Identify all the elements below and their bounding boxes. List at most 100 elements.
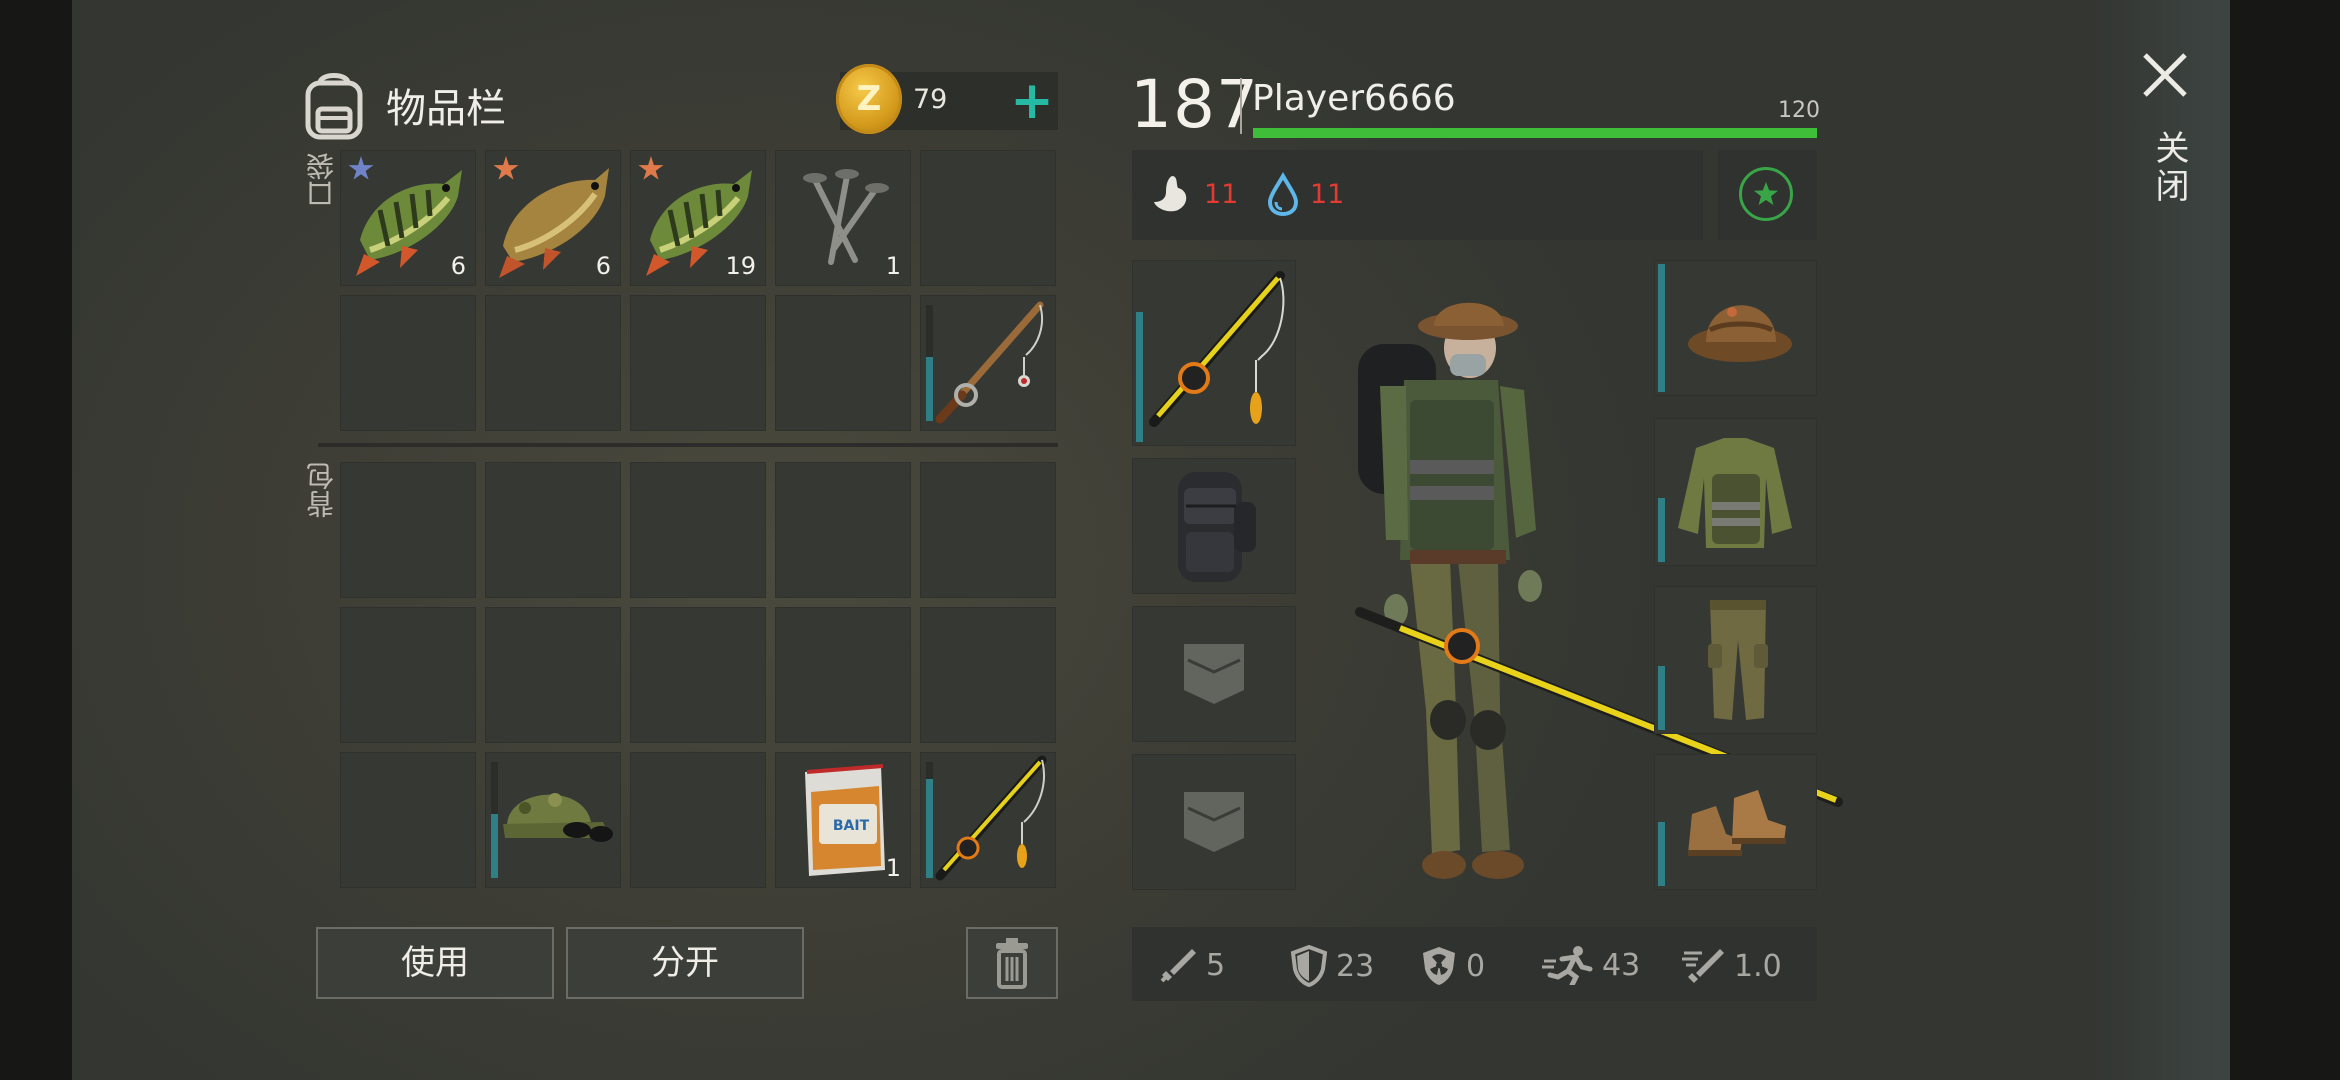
radiation-value: 0	[1466, 948, 1486, 984]
pocket-slot-2[interactable]	[1132, 754, 1296, 890]
thirst-status: 11	[1268, 172, 1344, 216]
item-quantity: 6	[595, 252, 611, 280]
backpack-slot[interactable]	[630, 462, 766, 598]
head-slot[interactable]	[1654, 260, 1817, 396]
backpack-slot[interactable]	[340, 752, 476, 888]
hunger-value: 11	[1204, 178, 1239, 210]
body-slot[interactable]	[1654, 418, 1817, 566]
pocket-slot[interactable]	[920, 150, 1056, 286]
backpack-slot[interactable]	[485, 462, 621, 598]
use-button[interactable]: 使用	[316, 927, 554, 999]
player-name: Player6666	[1252, 78, 1456, 119]
feet-durability	[1658, 822, 1665, 886]
xp-bar-fill	[1253, 128, 1817, 138]
star-badge-icon	[1739, 167, 1793, 221]
backpack-slot[interactable]	[775, 607, 911, 743]
close-label[interactable]: 关闭	[2145, 130, 2194, 206]
pocket-slot[interactable]: 19	[630, 150, 766, 286]
pocket-slot[interactable]: 6	[485, 150, 621, 286]
speed-stat: 43	[1542, 945, 1640, 985]
pocket-slot-1[interactable]	[1132, 606, 1296, 742]
level-separator	[1240, 78, 1242, 134]
backpack-slot[interactable]	[485, 752, 621, 888]
achievement-box[interactable]	[1718, 150, 1817, 240]
pockets-label: 口袋	[305, 152, 338, 208]
armor-value: 23	[1336, 948, 1375, 984]
pocket-slot[interactable]: 6	[340, 150, 476, 286]
inventory-header: 物品栏	[300, 60, 506, 150]
left-screen-edge	[0, 0, 72, 1080]
trash-icon	[996, 938, 1028, 989]
pocket-slot[interactable]: 1	[775, 150, 911, 286]
pocket-slot[interactable]	[340, 295, 476, 431]
backpack-slot[interactable]	[920, 607, 1056, 743]
fishing-rod-yellow-icon	[935, 755, 1047, 881]
head-durability	[1658, 264, 1665, 392]
swift-sword-icon	[1682, 949, 1724, 983]
inventory-title: 物品栏	[386, 86, 506, 132]
close-icon	[2143, 53, 2187, 97]
backpack-slot[interactable]	[340, 462, 476, 598]
trash-button[interactable]	[966, 927, 1058, 999]
backpack-grid: BAIT 1	[340, 462, 1056, 888]
backpack-slot[interactable]	[485, 607, 621, 743]
durability-bar	[491, 814, 498, 878]
coin-counter: Z 79 +	[836, 64, 1058, 134]
body-durability	[1658, 498, 1665, 562]
stats-bar: 5 23 0 43 1.0	[1132, 927, 1817, 1001]
pocket-slot[interactable]	[485, 295, 621, 431]
radiation-shield-icon	[1423, 947, 1455, 985]
pockets-grid: 6 6 19 1	[340, 150, 1056, 431]
xp-bar	[1253, 128, 1817, 138]
fishing-rod-simple-icon	[935, 301, 1044, 424]
durability-bar	[926, 357, 933, 421]
backpack-slot[interactable]: BAIT 1	[775, 752, 911, 888]
durability-bar	[926, 779, 933, 878]
camo-pants-icon	[1708, 600, 1768, 720]
backpack-slot[interactable]	[1132, 458, 1296, 594]
attack-speed-value: 1.0	[1734, 948, 1782, 984]
damage-value: 5	[1206, 947, 1226, 983]
speed-value: 43	[1602, 947, 1641, 983]
sword-icon	[1160, 949, 1196, 983]
backpack-slot[interactable]	[630, 607, 766, 743]
inventory-divider	[318, 443, 1058, 447]
pocket-slot[interactable]	[630, 295, 766, 431]
status-panel: 11 11	[1132, 150, 1703, 240]
thirst-value: 11	[1310, 178, 1345, 210]
bait-bag-label-text: BAIT	[833, 818, 870, 834]
backpack-icon	[305, 73, 363, 140]
armor-stat: 23	[1290, 945, 1374, 987]
camo-vest-icon	[1678, 438, 1792, 548]
empty-pocket-icon	[1184, 792, 1244, 852]
backpack-slot[interactable]	[920, 462, 1056, 598]
fishing-rod-icon	[1149, 271, 1285, 427]
item-quantity: 19	[725, 252, 756, 280]
legs-slot[interactable]	[1654, 586, 1817, 734]
coin-count: 79	[913, 84, 948, 115]
running-man-icon	[1542, 946, 1593, 985]
water-drop-icon	[1268, 172, 1298, 216]
boots-icon	[1688, 790, 1786, 856]
split-button[interactable]: 分开	[566, 927, 804, 999]
shield-icon	[1290, 945, 1328, 987]
empty-pocket-icon	[1184, 644, 1244, 704]
damage-stat: 5	[1158, 945, 1225, 985]
pocket-slot[interactable]	[775, 295, 911, 431]
backpack-item-icon	[1178, 472, 1256, 582]
close-button[interactable]	[2140, 50, 2190, 100]
weapon-slot[interactable]	[1132, 260, 1296, 446]
backpack-slot[interactable]	[340, 607, 476, 743]
add-coins-button[interactable]: +	[1010, 74, 1054, 128]
feet-slot[interactable]	[1654, 754, 1817, 890]
xp-max: 120	[1778, 98, 1820, 123]
stomach-icon	[1154, 176, 1187, 212]
backpack-slot[interactable]	[630, 752, 766, 888]
camo-cap-sunglasses-icon	[503, 793, 613, 842]
hunger-status: 11	[1148, 172, 1238, 216]
pocket-slot[interactable]	[920, 295, 1056, 431]
radiation-stat: 0	[1420, 945, 1485, 987]
item-quantity: 1	[885, 854, 901, 882]
backpack-slot[interactable]	[775, 462, 911, 598]
backpack-slot[interactable]	[920, 752, 1056, 888]
